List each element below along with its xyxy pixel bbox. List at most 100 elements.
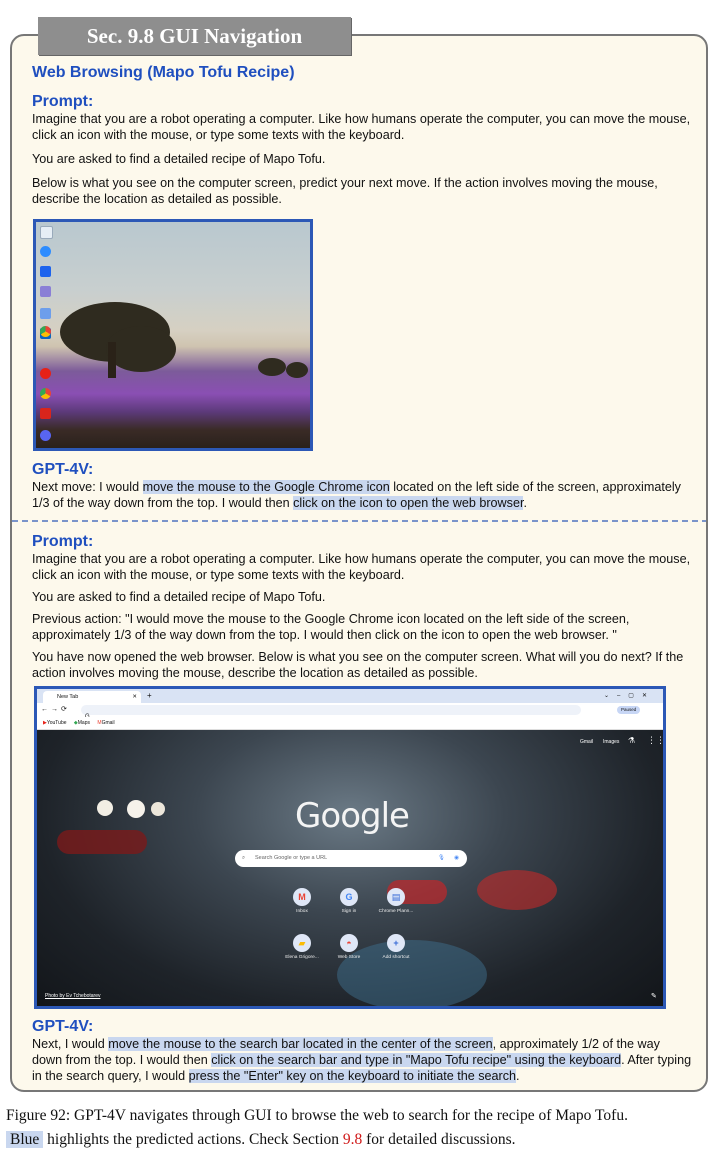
lens-icon[interactable]: ◉ [454,850,459,867]
highlighted-action: move the mouse to the search bar located… [108,1037,493,1051]
turn2-prompt: Prompt: Imagine that you are a robot ope… [32,533,692,687]
response-text: Next, I would [32,1037,109,1051]
figure-caption: Figure 92: GPT-4V navigates through GUI … [6,1104,720,1152]
nav-buttons-icon[interactable]: ←→⟳ [41,703,70,717]
search-placeholder: Search Google or type a URL [255,855,328,861]
shortcut-label: Web Store [337,955,361,960]
customize-pencil-icon[interactable]: ✎ [651,992,657,1000]
tree-canopy [286,362,308,378]
bokeh-light [151,802,165,816]
new-tab-button[interactable]: + [147,689,152,703]
app-icon [40,286,51,297]
chrome-screenshot: New Tab ✕ + ⌄–▢✕ ←→⟳ G Paused ▶YouTube ◆M… [34,686,666,1009]
shortcut-label: Add shortcut [382,955,410,960]
microphone-icon[interactable]: 🎙 [438,850,445,867]
recycle-bin-icon [40,226,53,239]
prompt-paragraph: You are asked to find a detailed recipe … [32,152,326,166]
tree-canopy [106,326,176,372]
window-controls-icon[interactable]: ⌄–▢✕ [604,689,655,703]
shortcut-label: Chrome Plann... [378,909,414,914]
shortcut-tile[interactable]: G Sign in [329,888,369,914]
highlighted-action: move the mouse to the Google Chrome icon [142,480,390,494]
chrome-icon [40,388,51,399]
gmail-link[interactable]: Gmail [580,739,593,745]
tree-trunk [108,342,116,378]
omnibox[interactable]: G [81,705,581,720]
bokeh-light [57,830,147,854]
turn1-response: GPT-4V: Next move: I would move the mous… [32,461,692,519]
youtube-icon [40,368,51,379]
toolbar: ←→⟳ G Paused [37,703,663,720]
gmail-icon: M [293,888,311,906]
response-text: Next move: I would [32,480,143,494]
response-heading: GPT-4V: [32,1018,94,1035]
photo-credit[interactable]: Photo by Ev Tchebotarev [45,993,101,999]
search-input[interactable]: ⌕ Search Google or type a URL 🎙 ◉ [235,850,467,867]
add-shortcut-button[interactable]: + Add shortcut [376,934,416,960]
shortcut-tile[interactable]: ◓ Web Store [329,934,369,960]
prompt-heading: Prompt: [32,93,94,110]
highlighted-action: press the "Enter" key on the keyboard to… [188,1069,517,1083]
plus-icon: + [387,934,405,952]
dashed-divider [12,520,706,522]
web-store-icon: ◓ [340,934,358,952]
prompt-paragraph: Imagine that you are a robot operating a… [32,112,691,142]
bookmark-maps[interactable]: Maps [78,720,90,726]
images-link[interactable]: Images [603,739,619,745]
response-paragraph: Next move: I would move the mouse to the… [32,479,692,511]
desktop-screenshot [33,219,313,451]
section-title: Sec. 9.8 GUI Navigation [38,17,351,55]
shortcut-tile[interactable]: ▤ Chrome Plann... [376,888,416,914]
tab-bar: New Tab ✕ + ⌄–▢✕ [37,689,663,703]
profile-button[interactable]: Paused [617,706,641,714]
prompt-paragraph: Imagine that you are a robot operating a… [32,552,691,582]
new-tab-background: Gmail Images ⚗ ⋮⋮ Google ⌕ Search Google… [37,730,663,1006]
bokeh-light [97,800,113,816]
highlighted-action: click on the search bar and type in "Map… [211,1053,622,1067]
acrobat-icon [40,408,51,419]
shortcut-label: Inbox [296,909,308,914]
task-title: Web Browsing (Mapo Tofu Recipe) [32,64,295,81]
tab-label: New Tab [57,694,79,700]
discord-icon [40,430,51,441]
chrome-icon [40,326,51,337]
response-paragraph: Next, I would move the mouse to the sear… [32,1036,692,1084]
caption-text: highlights the predicted actions. Check … [43,1131,343,1148]
response-text: . [523,496,527,510]
docker-icon [40,266,51,277]
caption-text: Figure 92: GPT-4V navigates through GUI … [6,1107,628,1124]
shortcut-tile[interactable]: ▰ Elena Grigore... [282,934,322,960]
search-icon: ⌕ [242,855,246,861]
google-logo: Google [295,796,410,836]
google-icon: G [340,888,358,906]
tab-new-tab[interactable]: New Tab ✕ [43,691,141,703]
prompt-paragraph: Previous action: "I would move the mouse… [32,612,630,642]
zoom-icon [40,246,51,257]
section-reference-link[interactable]: 9.8 [343,1131,362,1148]
shortcut-tile[interactable]: M Inbox [282,888,322,914]
shortcut-label: Sign in [341,909,357,914]
prompt-paragraph: Below is what you see on the computer sc… [32,176,658,206]
bookmark-gmail[interactable]: Gmail [102,720,115,726]
bookmarks-bar: ▶YouTube ◆Maps MGmail [37,717,663,730]
caption-text: for detailed discussions. [362,1131,516,1148]
labs-flask-icon[interactable]: ⚗ [628,736,635,745]
desktop-icon-dock [36,222,56,448]
app-icon [40,308,51,319]
prompt-paragraph: You have now opened the web browser. Bel… [32,650,684,680]
highlighted-action: click on the icon to open the web browse… [293,496,524,510]
bokeh-light [127,800,145,818]
caption-highlight-legend: Blue [6,1131,44,1148]
response-text: . [516,1069,520,1083]
close-icon[interactable]: ✕ [132,691,137,703]
bookmark-youtube[interactable]: YouTube [47,720,67,726]
slides-icon: ▰ [293,934,311,952]
prompt-paragraph: You are asked to find a detailed recipe … [32,590,326,604]
response-heading: GPT-4V: [32,461,94,478]
bokeh-light [477,870,557,910]
turn2-response: GPT-4V: Next, I would move the mouse to … [32,1018,692,1092]
turn1-prompt: Prompt: Imagine that you are a robot ope… [32,93,692,215]
shortcut-label: Elena Grigore... [285,955,319,960]
apps-grid-icon[interactable]: ⋮⋮ [647,735,663,746]
tree-canopy [258,358,286,376]
